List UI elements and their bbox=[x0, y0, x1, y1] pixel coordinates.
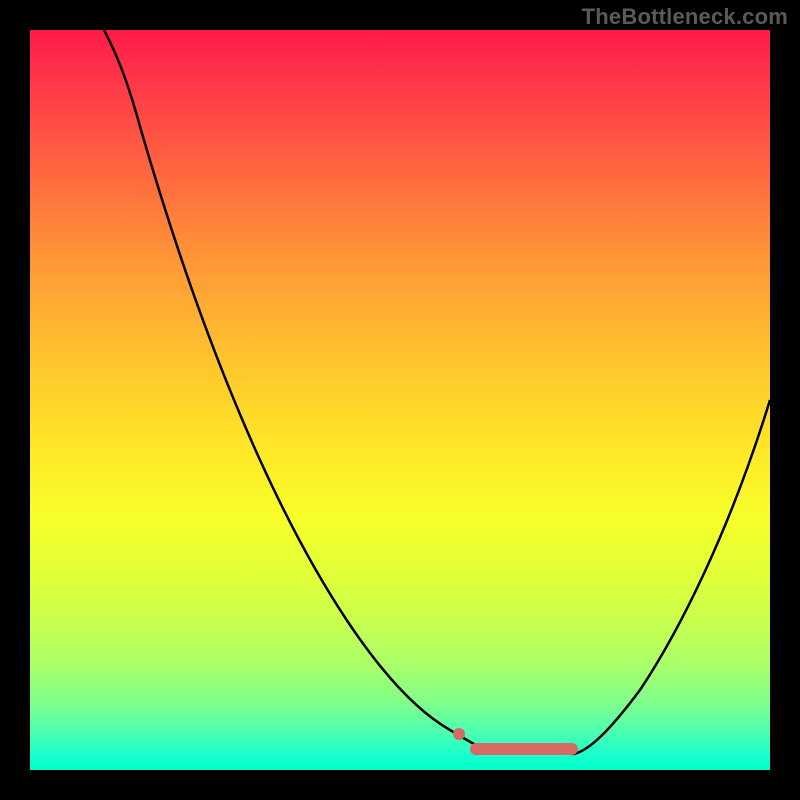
plot-frame bbox=[30, 30, 770, 770]
watermark-text: TheBottleneck.com bbox=[582, 4, 788, 30]
plot-background-gradient bbox=[30, 30, 770, 770]
